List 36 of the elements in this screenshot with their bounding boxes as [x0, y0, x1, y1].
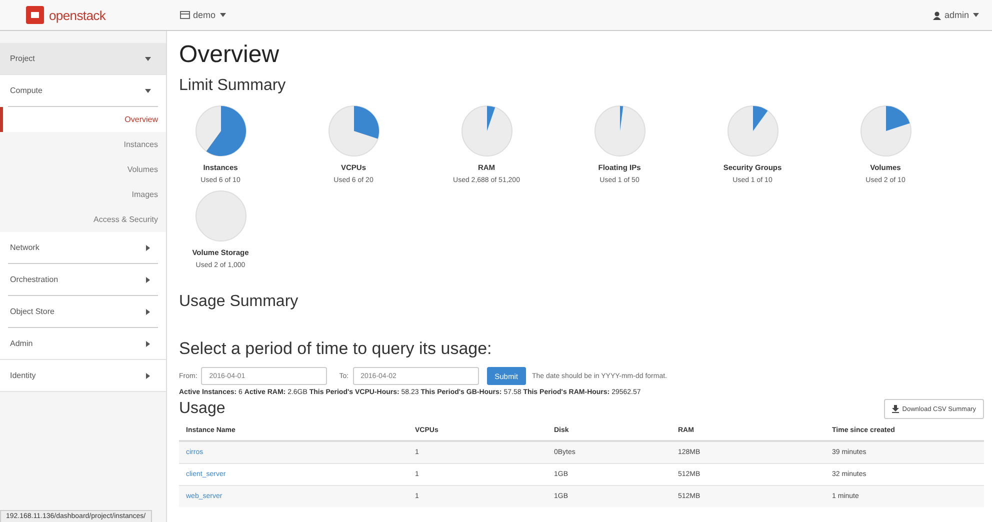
- pie-chart: [195, 106, 246, 156]
- chevron-icon: [144, 308, 152, 316]
- chevron-icon: [144, 276, 152, 284]
- page-title: Overview: [179, 41, 280, 69]
- query-heading: Select a period of time to query its usage:: [179, 339, 493, 359]
- chevron-icon: [144, 340, 152, 348]
- pie-chart: [195, 190, 246, 242]
- user-icon: [933, 10, 942, 20]
- logo-icon: [26, 6, 44, 24]
- chevron-icon: [144, 86, 152, 94]
- sidebar-item[interactable]: Overview: [0, 107, 166, 132]
- chevron-icon: [144, 372, 152, 380]
- logo-text: openstack: [49, 8, 106, 22]
- sidebar-item[interactable]: Access & Security: [0, 207, 166, 232]
- section-heading: Usage Summary: [179, 293, 300, 311]
- sidebar-item[interactable]: Images: [0, 182, 166, 207]
- pie-chart: [594, 106, 645, 156]
- sidebar-item[interactable]: Instances: [0, 132, 166, 157]
- sidebar-panel[interactable]: Admin: [0, 328, 166, 360]
- download-icon: [892, 405, 900, 413]
- pie-chart: [727, 106, 778, 156]
- caret-icon: [972, 11, 980, 19]
- sidebar-panel[interactable]: Project: [0, 43, 166, 75]
- chevron-icon: [144, 54, 152, 62]
- project-dropdown[interactable]: demo: [178, 8, 229, 22]
- pie-chart: [860, 106, 911, 156]
- pie-chart: [461, 106, 512, 156]
- pie-chart: [328, 106, 379, 156]
- grid-icon: [180, 10, 190, 20]
- chevron-icon: [144, 244, 152, 252]
- section-heading: Limit Summary: [179, 77, 287, 95]
- caret-icon: [218, 11, 227, 19]
- sidebar-item[interactable]: Volumes: [0, 157, 166, 182]
- section-heading: Usage: [179, 400, 226, 418]
- user-dropdown[interactable]: admin: [931, 8, 982, 22]
- sidebar-panel[interactable]: Identity: [0, 360, 166, 392]
